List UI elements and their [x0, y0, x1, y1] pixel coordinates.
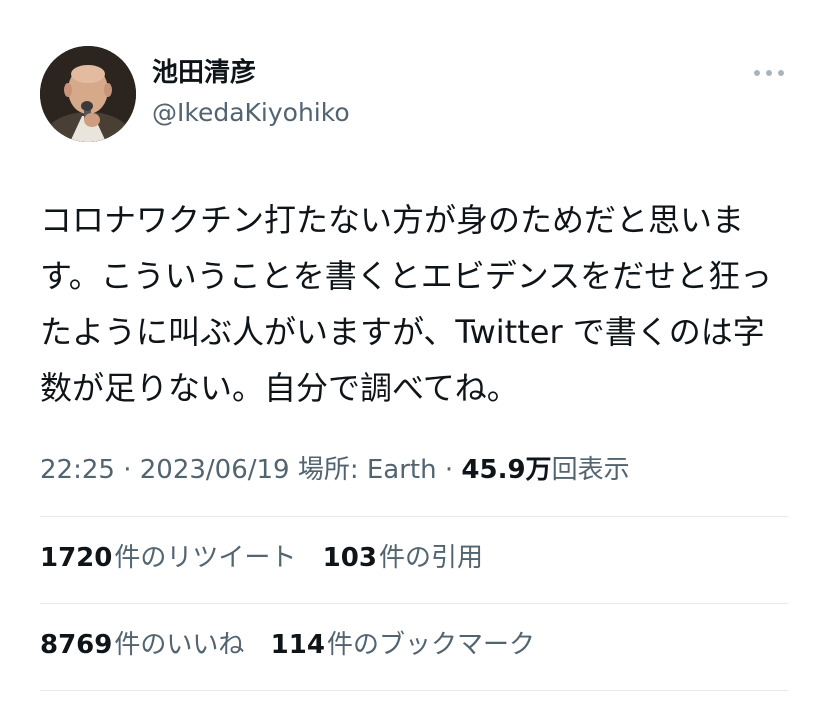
meta-separator: ·: [436, 455, 462, 485]
retweets-label: 件のリツイート: [114, 543, 297, 573]
ellipsis-icon: [778, 70, 784, 76]
retweets-stat[interactable]: 1720件のリツイート: [40, 540, 296, 576]
tweet-header: 池田清彦 @IkedaKiyohiko: [40, 46, 790, 146]
views-label: 回表示: [551, 455, 630, 485]
tweet-meta: 22:25 · 2023/06/19 場所: Earth · 45.9万回表示: [40, 452, 630, 488]
avatar[interactable]: [40, 46, 136, 142]
tweet-time[interactable]: 22:25: [40, 455, 115, 485]
divider: [40, 603, 788, 604]
divider: [40, 516, 788, 517]
tweet-location: 場所: Earth: [289, 455, 437, 485]
ellipsis-icon: [754, 70, 760, 76]
meta-separator: ·: [114, 455, 140, 485]
user-handle[interactable]: @IkedaKiyohiko: [152, 96, 350, 130]
ellipsis-icon: [766, 70, 772, 76]
more-options-button[interactable]: [754, 68, 784, 78]
views-count: 45.9万: [461, 455, 552, 485]
stats-row-likes: 8769件のいいね 114件のブックマーク: [40, 627, 553, 663]
likes-count: 8769: [40, 630, 113, 660]
tweet-date[interactable]: 2023/06/19: [140, 455, 290, 485]
quotes-stat[interactable]: 103件の引用: [323, 540, 483, 576]
quotes-count: 103: [322, 543, 377, 573]
author-names: 池田清彦 @IkedaKiyohiko: [152, 56, 350, 130]
display-name[interactable]: 池田清彦: [152, 56, 350, 90]
likes-stat[interactable]: 8769件のいいね: [40, 627, 244, 663]
retweets-count: 1720: [40, 543, 113, 573]
tweet-text: コロナワクチン打たない方が身のためだと思います。こういうことを書くとエビデンスを…: [40, 201, 773, 407]
stats-row-retweets: 1720件のリツイート 103件の引用: [40, 540, 501, 576]
bookmarks-label: 件のブックマーク: [326, 630, 535, 660]
likes-label: 件のいいね: [114, 630, 245, 660]
quotes-label: 件の引用: [378, 543, 483, 573]
profile-photo-icon: [40, 46, 136, 142]
bookmarks-count: 114: [270, 630, 325, 660]
bookmarks-stat[interactable]: 114件のブックマーク: [271, 627, 535, 663]
divider: [40, 690, 788, 691]
